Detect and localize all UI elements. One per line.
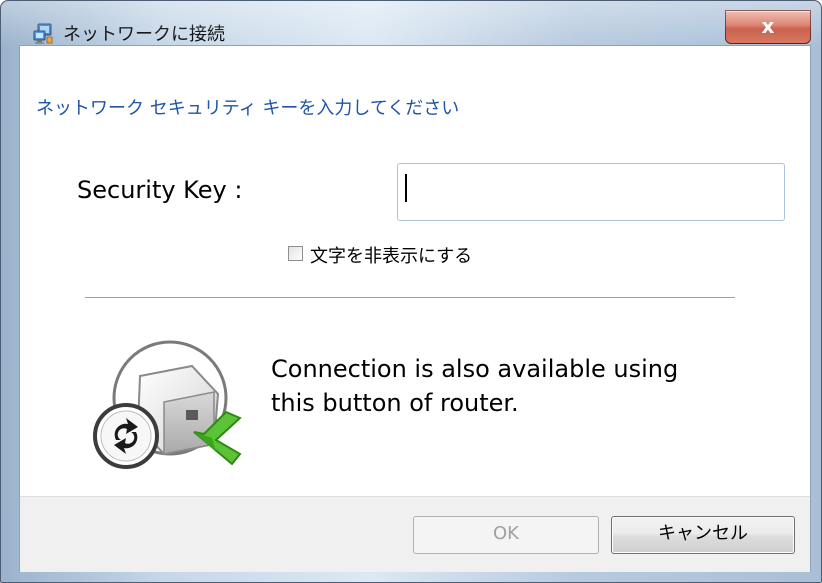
cancel-button[interactable]: キャンセル bbox=[611, 516, 795, 554]
wps-description-line2: this button of router. bbox=[271, 389, 519, 417]
title-bar[interactable]: ネットワークに接続 x bbox=[1, 1, 822, 45]
wps-router-button-icon bbox=[93, 340, 242, 469]
hide-characters-label[interactable]: 文字を非表示にする bbox=[310, 242, 472, 268]
wps-description: Connection is also available using this … bbox=[271, 352, 678, 420]
window-title: ネットワークに接続 bbox=[63, 24, 225, 45]
dialog-window: ネットワークに接続 x ネットワーク セキュリティ キーを入力してください Se… bbox=[0, 0, 822, 583]
instruction-text: ネットワーク セキュリティ キーを入力してください bbox=[36, 98, 460, 119]
divider bbox=[85, 297, 735, 298]
wps-description-line1: Connection is also available using bbox=[271, 355, 679, 383]
button-bar: OK キャンセル bbox=[20, 496, 810, 572]
network-computer-icon bbox=[33, 23, 53, 44]
ok-button[interactable]: OK bbox=[413, 516, 599, 554]
hide-characters-checkbox[interactable] bbox=[288, 246, 303, 261]
security-key-label: Security Key : bbox=[77, 176, 243, 204]
close-button[interactable]: x bbox=[725, 10, 811, 44]
text-caret bbox=[405, 174, 407, 202]
security-key-input[interactable] bbox=[397, 163, 785, 221]
close-icon: x bbox=[761, 14, 775, 38]
dialog-content: ネットワーク セキュリティ キーを入力してください Security Key :… bbox=[19, 45, 811, 572]
